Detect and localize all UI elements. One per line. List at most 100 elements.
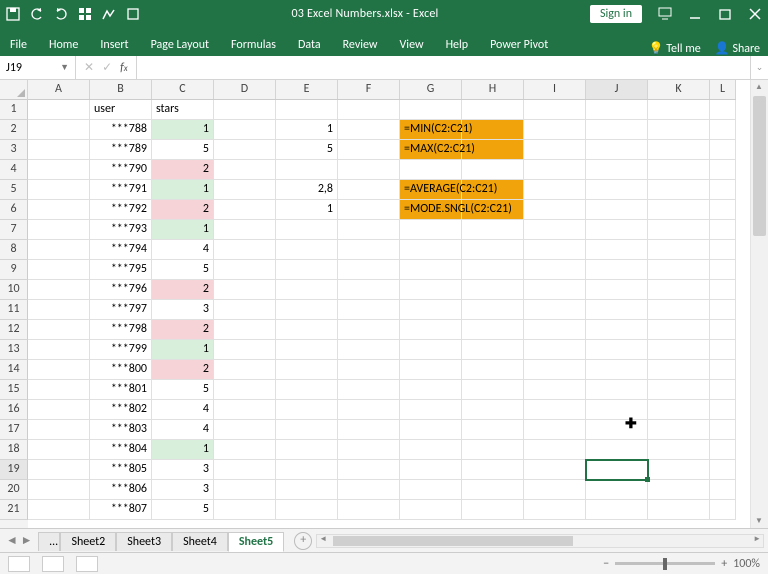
cell-G14[interactable] (400, 360, 462, 380)
cell-B15[interactable]: ***801 (90, 380, 152, 400)
cell-K14[interactable] (648, 360, 710, 380)
cell-G1[interactable] (400, 100, 462, 120)
cell-B5[interactable]: ***791 (90, 180, 152, 200)
cell-G19[interactable] (400, 460, 462, 480)
sheet-tab-sheet5[interactable]: Sheet5 (228, 532, 284, 552)
cell-G3[interactable]: =MAX(C2:C21) (400, 140, 462, 160)
cell-H13[interactable] (462, 340, 524, 360)
row-header-1[interactable]: 1 (0, 100, 28, 120)
cell-J17[interactable] (586, 420, 648, 440)
column-header-J[interactable]: J (586, 80, 648, 99)
cell-J4[interactable] (586, 160, 648, 180)
cell-D20[interactable] (214, 480, 276, 500)
row-header-16[interactable]: 16 (0, 400, 28, 420)
row-header-11[interactable]: 11 (0, 300, 28, 320)
cell-J8[interactable] (586, 240, 648, 260)
cell-D4[interactable] (214, 160, 276, 180)
cell-J6[interactable] (586, 200, 648, 220)
cell-J2[interactable] (586, 120, 648, 140)
cell-G5[interactable]: =AVERAGE(C2:C21) (400, 180, 462, 200)
cell-L18[interactable] (710, 440, 736, 460)
cell-B19[interactable]: ***805 (90, 460, 152, 480)
cell-L7[interactable] (710, 220, 736, 240)
cell-I12[interactable] (524, 320, 586, 340)
cell-L6[interactable] (710, 200, 736, 220)
redo-icon[interactable] (54, 7, 68, 21)
cell-C11[interactable]: 3 (152, 300, 214, 320)
cell-J5[interactable] (586, 180, 648, 200)
row-header-17[interactable]: 17 (0, 420, 28, 440)
qat-icon-3[interactable] (126, 7, 140, 21)
cell-L3[interactable] (710, 140, 736, 160)
cell-B7[interactable]: ***793 (90, 220, 152, 240)
cell-F19[interactable] (338, 460, 400, 480)
cell-H1[interactable] (462, 100, 524, 120)
cell-L20[interactable] (710, 480, 736, 500)
row-header-21[interactable]: 21 (0, 500, 28, 520)
qat-icon-2[interactable] (102, 7, 116, 21)
page-layout-view-icon[interactable] (42, 556, 64, 572)
maximize-icon[interactable] (718, 7, 732, 21)
cell-C8[interactable]: 4 (152, 240, 214, 260)
tab-file[interactable]: File (8, 34, 29, 56)
cell-L13[interactable] (710, 340, 736, 360)
cell-I17[interactable] (524, 420, 586, 440)
row-header-3[interactable]: 3 (0, 140, 28, 160)
zoom-out-button[interactable]: − (603, 557, 609, 571)
cell-C10[interactable]: 2 (152, 280, 214, 300)
column-header-G[interactable]: G (400, 80, 462, 99)
cell-K5[interactable] (648, 180, 710, 200)
cell-F11[interactable] (338, 300, 400, 320)
cell-L10[interactable] (710, 280, 736, 300)
cell-E21[interactable] (276, 500, 338, 520)
cells-area[interactable]: userstars***78811=MIN(C2:C21)***78955=MA… (28, 100, 736, 528)
cell-C2[interactable]: 1 (152, 120, 214, 140)
cell-F3[interactable] (338, 140, 400, 160)
cell-C21[interactable]: 5 (152, 500, 214, 520)
cell-C6[interactable]: 2 (152, 200, 214, 220)
cell-K4[interactable] (648, 160, 710, 180)
cell-B2[interactable]: ***788 (90, 120, 152, 140)
new-sheet-button[interactable]: + (294, 532, 312, 550)
cell-C9[interactable]: 5 (152, 260, 214, 280)
close-icon[interactable] (748, 7, 762, 21)
name-box[interactable]: J19 ▼ (0, 56, 76, 79)
cell-F16[interactable] (338, 400, 400, 420)
column-header-D[interactable]: D (214, 80, 276, 99)
column-header-F[interactable]: F (338, 80, 400, 99)
row-header-9[interactable]: 9 (0, 260, 28, 280)
cell-H12[interactable] (462, 320, 524, 340)
cell-B20[interactable]: ***806 (90, 480, 152, 500)
sheet-tab-more[interactable]: … (38, 532, 60, 551)
horizontal-scrollbar[interactable] (316, 534, 764, 548)
cell-K21[interactable] (648, 500, 710, 520)
cell-E20[interactable] (276, 480, 338, 500)
cell-B10[interactable]: ***796 (90, 280, 152, 300)
tab-power-pivot[interactable]: Power Pivot (488, 34, 550, 56)
cell-I2[interactable] (524, 120, 586, 140)
cell-C3[interactable]: 5 (152, 140, 214, 160)
cell-L19[interactable] (710, 460, 736, 480)
cell-D1[interactable] (214, 100, 276, 120)
formula-input[interactable] (137, 56, 750, 79)
cell-L15[interactable] (710, 380, 736, 400)
cell-F15[interactable] (338, 380, 400, 400)
cell-C15[interactable]: 5 (152, 380, 214, 400)
cell-D14[interactable] (214, 360, 276, 380)
cell-G12[interactable] (400, 320, 462, 340)
cell-H14[interactable] (462, 360, 524, 380)
ribbon-options-icon[interactable] (658, 7, 672, 21)
normal-view-icon[interactable] (8, 556, 30, 572)
sheet-nav-buttons[interactable]: ◄ ► (0, 533, 38, 548)
cell-F4[interactable] (338, 160, 400, 180)
minimize-icon[interactable] (688, 7, 702, 21)
row-header-2[interactable]: 2 (0, 120, 28, 140)
cell-F5[interactable] (338, 180, 400, 200)
cell-A13[interactable] (28, 340, 90, 360)
cell-E6[interactable]: 1 (276, 200, 338, 220)
cell-D9[interactable] (214, 260, 276, 280)
cell-C7[interactable]: 1 (152, 220, 214, 240)
cell-A7[interactable] (28, 220, 90, 240)
cell-K9[interactable] (648, 260, 710, 280)
cell-H20[interactable] (462, 480, 524, 500)
